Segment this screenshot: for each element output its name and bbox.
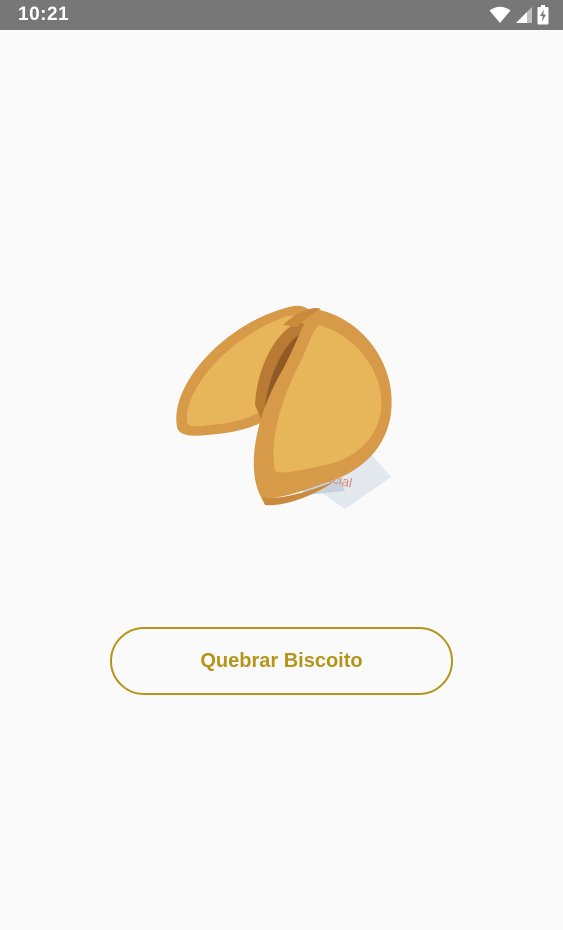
app-screen: 10:21 ecial Quebrar Biscoito: [0, 0, 563, 930]
status-bar: 10:21: [0, 0, 563, 30]
battery-charging-icon: [537, 5, 549, 25]
status-icons: [489, 4, 549, 26]
fortune-cookie-icon: ecial: [176, 305, 392, 509]
fortune-cookie-image: ecial: [165, 295, 400, 510]
wifi-icon: [489, 6, 511, 24]
main-content: ecial Quebrar Biscoito: [0, 30, 563, 930]
break-cookie-button[interactable]: Quebrar Biscoito: [110, 627, 453, 695]
signal-icon: [515, 6, 533, 24]
status-time: 10:21: [18, 4, 70, 25]
